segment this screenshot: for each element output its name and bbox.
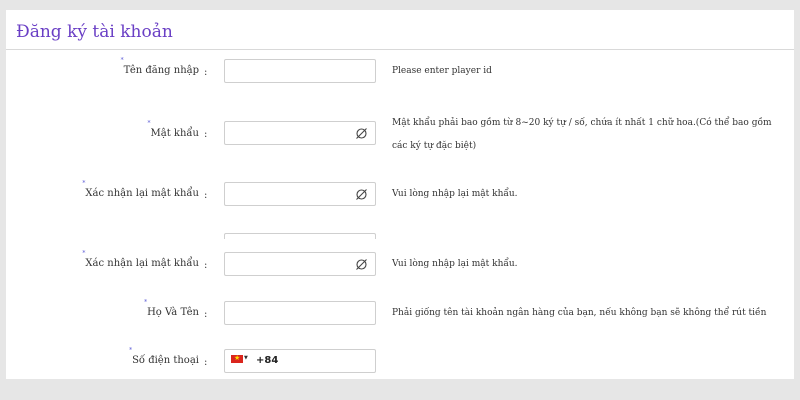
hide-password-icon[interactable]	[355, 258, 368, 271]
confirm-password-label: * Xác nhận lại mật khẩu	[82, 250, 199, 269]
password-row: * Mật khẩu : Mật khẩu phải bao gồm từ 8~2…	[6, 118, 794, 151]
required-mark: *	[82, 250, 86, 257]
colon: :	[204, 67, 208, 78]
hide-password-icon[interactable]	[355, 127, 368, 140]
fullname-help: Phải giống tên tài khoản ngân hàng của b…	[392, 308, 767, 318]
chevron-down-icon[interactable]: ▼	[244, 355, 248, 361]
phone-label: * Số điện thoại	[129, 347, 199, 366]
password-help-line-1: Mật khẩu phải bao gồm từ 8~20 ký tự / số…	[392, 118, 772, 128]
required-mark: *	[120, 57, 124, 64]
username-row: * Tên đăng nhập : Please enter player id	[6, 57, 794, 85]
colon: :	[204, 357, 208, 368]
fullname-label: * Họ Và Tên	[144, 299, 199, 318]
title-divider	[6, 49, 794, 50]
hide-password-icon[interactable]	[355, 188, 368, 201]
username-help: Please enter player id	[392, 66, 492, 76]
fullname-input[interactable]	[224, 301, 376, 325]
confirm-password-row-2: * Xác nhận lại mật khẩu : Vui lòng nhập l…	[6, 250, 794, 278]
fullname-row: * Họ Và Tên : Phải giống tên tài khoản ng…	[6, 299, 794, 327]
confirm-password-help: Vui lòng nhập lại mật khẩu.	[392, 189, 518, 199]
colon: :	[204, 129, 208, 140]
password-help-line-2: các ký tự đặc biệt)	[392, 141, 477, 151]
username-input[interactable]	[224, 59, 376, 83]
colon: :	[204, 309, 208, 320]
phone-input[interactable]: ★ ▼ +84	[224, 349, 376, 373]
password-label: * Mật khẩu	[147, 120, 199, 139]
dial-code: +84	[256, 355, 279, 366]
password-input[interactable]	[224, 121, 376, 145]
required-mark: *	[82, 180, 86, 187]
clipped-input[interactable]	[224, 233, 376, 239]
required-mark: *	[159, 237, 162, 239]
confirm-password-input[interactable]	[224, 182, 376, 206]
confirm-password-input-2[interactable]	[224, 252, 376, 276]
required-mark: *	[147, 120, 151, 127]
username-label: * Tên đăng nhập	[120, 57, 199, 76]
colon: :	[204, 260, 208, 271]
colon: :	[204, 190, 208, 201]
confirm-password-help-2: Vui lòng nhập lại mật khẩu.	[392, 259, 518, 269]
phone-row: * Số điện thoại : ★ ▼ +84	[6, 347, 794, 375]
confirm-password-label: * Xác nhận lại mật khẩu	[82, 180, 199, 199]
vietnam-flag-icon[interactable]: ★	[231, 354, 243, 363]
clipped-row: *	[6, 233, 794, 239]
page-title: Đăng ký tài khoản	[16, 22, 173, 42]
confirm-password-row: * Xác nhận lại mật khẩu : Vui lòng nhập l…	[6, 180, 794, 208]
registration-panel: Đăng ký tài khoản * Tên đăng nhập : Pleas…	[6, 10, 794, 379]
required-mark: *	[129, 347, 133, 354]
required-mark: *	[144, 299, 148, 306]
